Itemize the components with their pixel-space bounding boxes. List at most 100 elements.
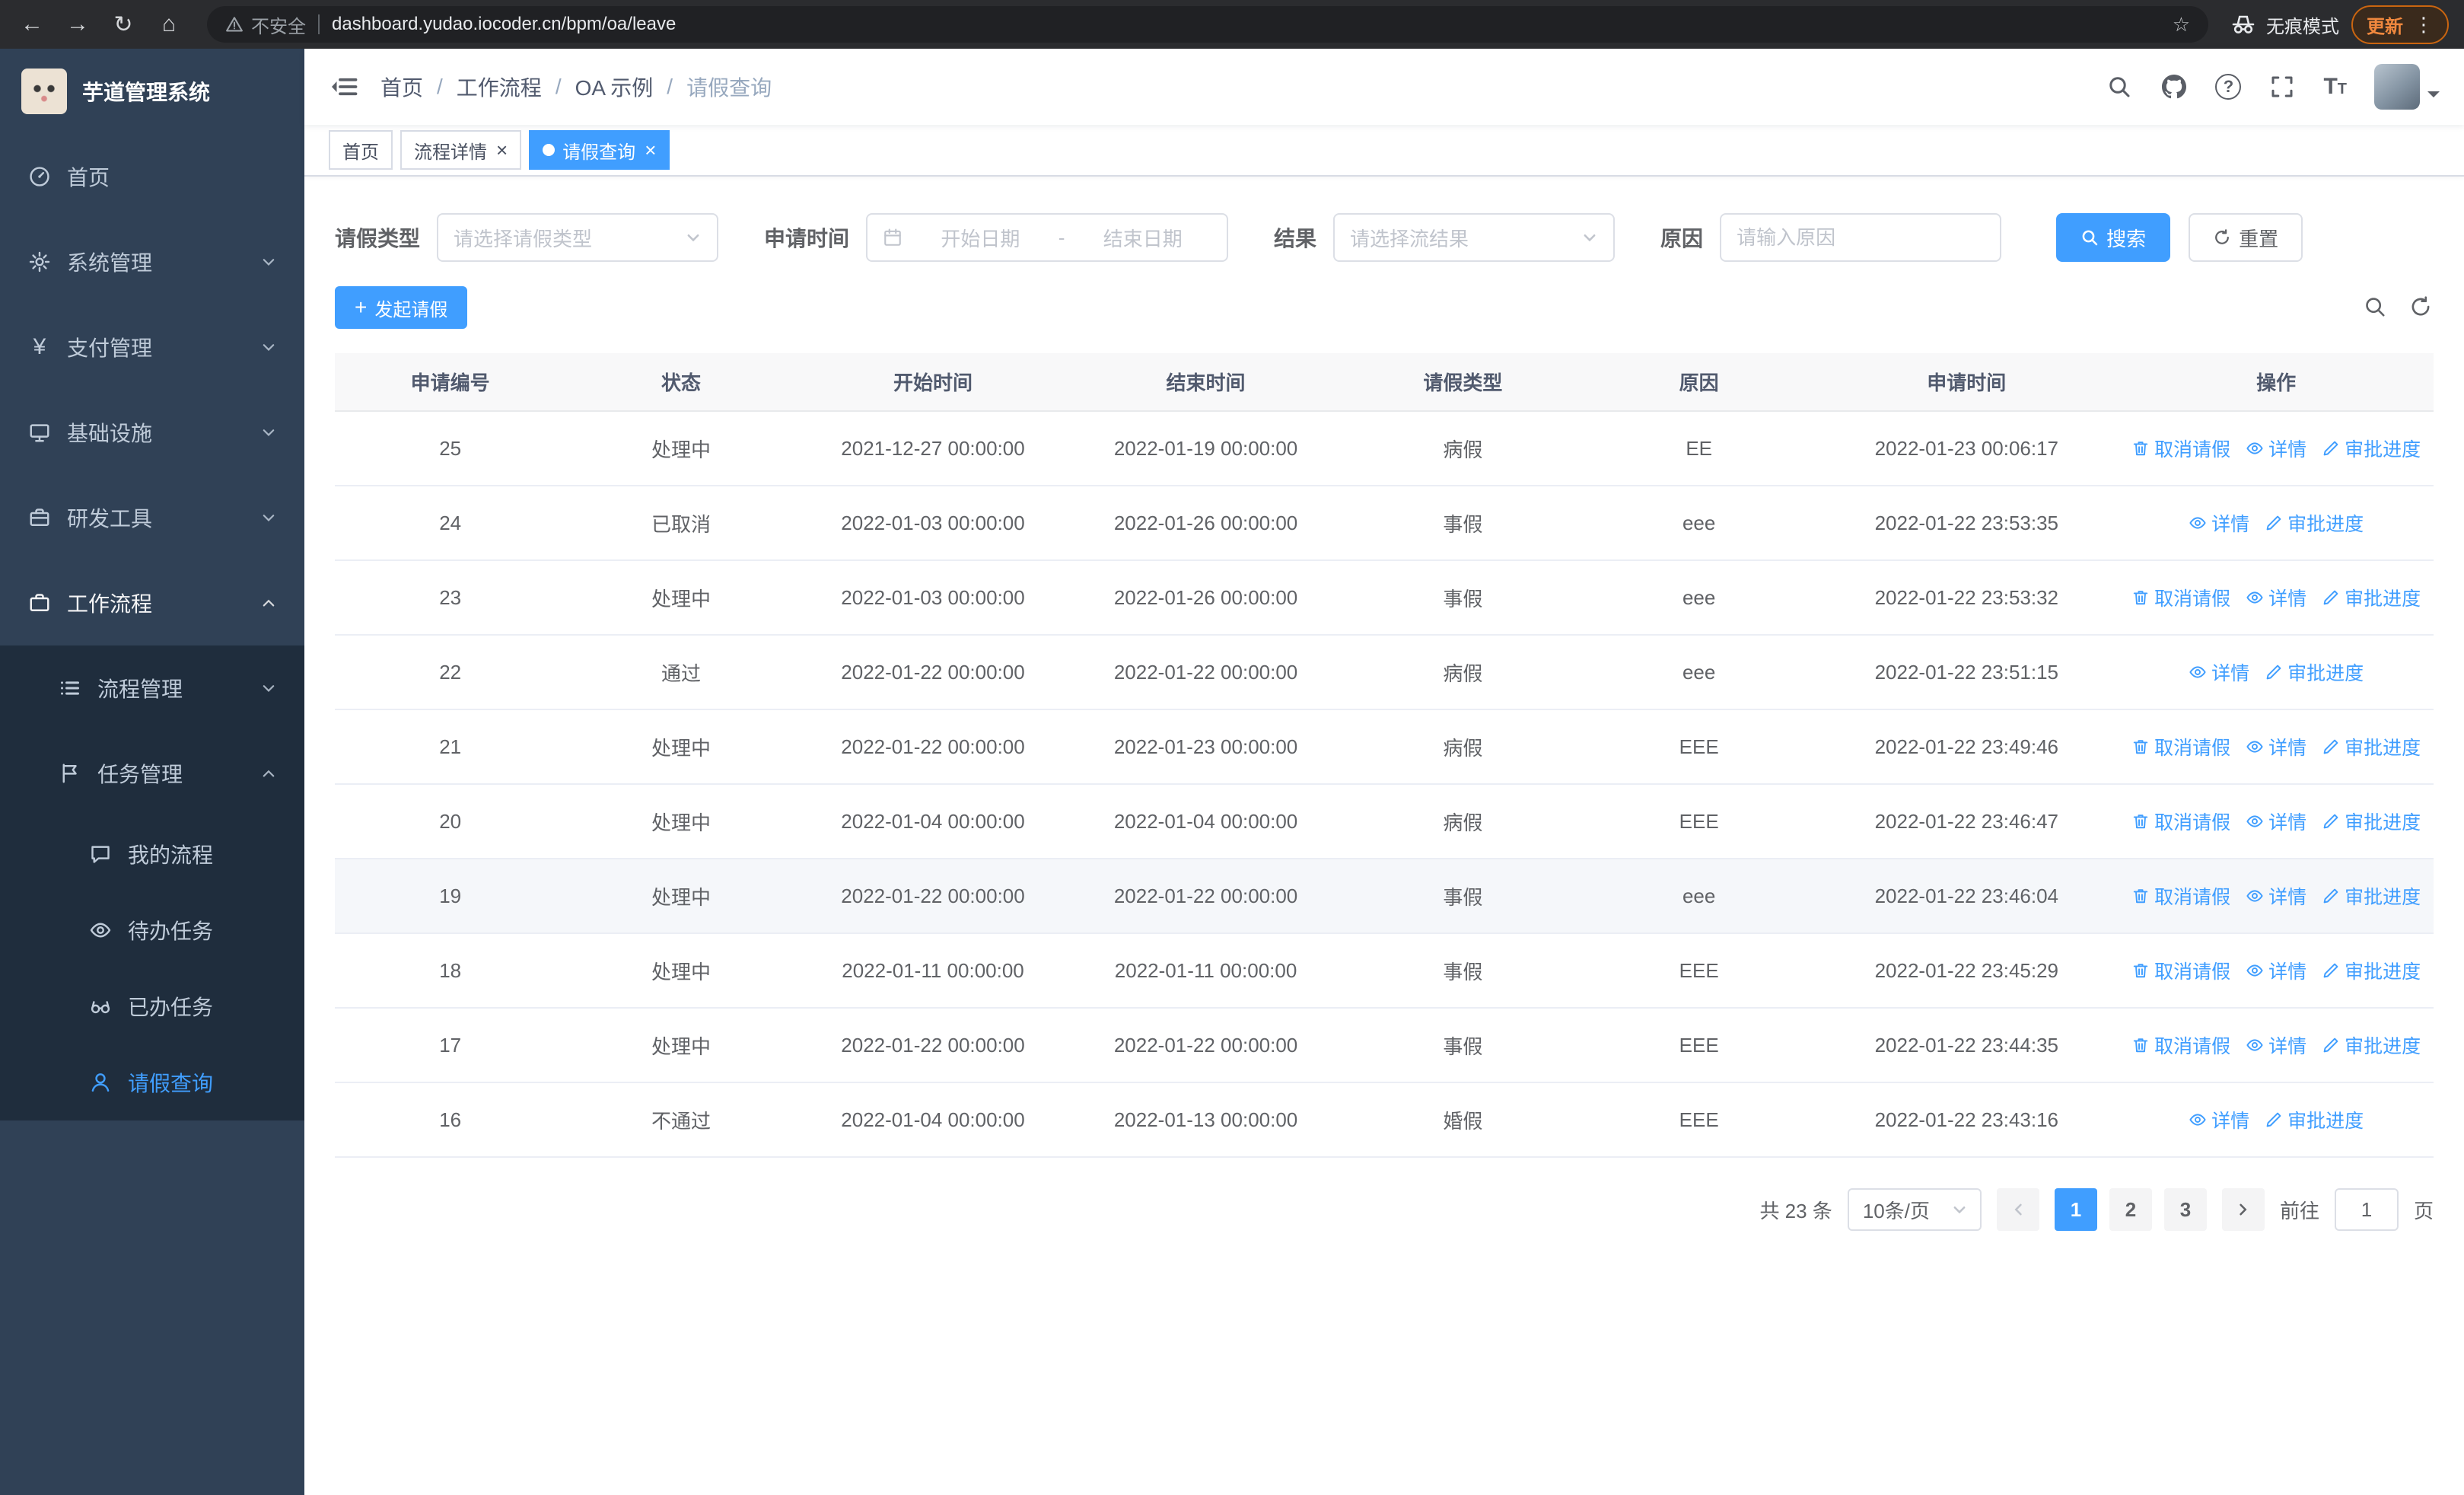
cell-apply-id: 22 [335, 635, 566, 710]
sidebar-item-system[interactable]: 系统管理 [0, 219, 304, 304]
not-secure-warning[interactable]: 不安全 [225, 11, 306, 38]
prev-page-button[interactable] [1996, 1188, 2039, 1231]
create-leave-button[interactable]: + 发起请假 [335, 286, 468, 329]
sidebar-item-payment[interactable]: ¥ 支付管理 [0, 304, 304, 390]
browser-forward-icon[interactable]: → [61, 8, 94, 41]
breadcrumb-separator: / [437, 75, 443, 98]
action-detail-link[interactable]: 详情 [2246, 435, 2306, 462]
toggle-search-icon[interactable] [2364, 295, 2388, 320]
close-icon[interactable]: × [496, 140, 508, 160]
cell-status: 处理中 [565, 859, 797, 934]
action-detail-link[interactable]: 详情 [2189, 1106, 2249, 1133]
sidebar-item-process-mgmt[interactable]: 流程管理 [0, 645, 304, 731]
cell-status: 处理中 [565, 709, 797, 785]
close-icon[interactable]: × [645, 140, 656, 160]
action-detail-link[interactable]: 详情 [2246, 882, 2306, 910]
goto-page-input[interactable] [2334, 1188, 2399, 1231]
action-progress-link[interactable]: 审批进度 [2322, 435, 2421, 462]
help-icon[interactable]: ? [2215, 74, 2242, 100]
action-progress-link[interactable]: 审批进度 [2322, 808, 2421, 835]
action-progress-link[interactable]: 审批进度 [2265, 509, 2364, 537]
action-progress-link[interactable]: 审批进度 [2265, 658, 2364, 686]
action-progress-link[interactable]: 审批进度 [2265, 1106, 2364, 1133]
browser-back-icon[interactable]: ← [15, 8, 49, 41]
address-bar[interactable]: 不安全 dashboard.yudao.iocoder.cn/bpm/oa/le… [207, 6, 2208, 43]
page-size-select[interactable]: 10条/页 [1847, 1188, 1982, 1231]
action-cancel-link[interactable]: 取消请假 [2131, 1031, 2230, 1059]
action-cancel-link[interactable]: 取消请假 [2131, 584, 2230, 611]
font-size-icon[interactable]: TT [2323, 74, 2347, 100]
browser-home-icon[interactable]: ⌂ [152, 8, 186, 41]
sidebar-item-done-tasks[interactable]: 已办任务 [0, 968, 304, 1044]
breadcrumb-item-oa-example[interactable]: OA 示例 [575, 72, 654, 102]
sidebar-collapse-icon[interactable] [329, 72, 359, 102]
action-cancel-link[interactable]: 取消请假 [2131, 435, 2230, 462]
sidebar-item-leave-query[interactable]: 请假查询 [0, 1044, 304, 1120]
action-detail-link[interactable]: 详情 [2246, 957, 2306, 984]
action-progress-link[interactable]: 审批进度 [2322, 733, 2421, 760]
user-menu[interactable] [2374, 64, 2440, 110]
browser-menu-icon[interactable]: ⋮ [2414, 14, 2434, 34]
action-detail-link[interactable]: 详情 [2246, 584, 2306, 611]
action-progress-link[interactable]: 审批进度 [2322, 584, 2421, 611]
action-progress-link[interactable]: 审批进度 [2322, 882, 2421, 910]
chevron-down-icon [685, 229, 702, 246]
tab-process-detail[interactable]: 流程详情 × [400, 130, 522, 170]
reset-button[interactable]: 重置 [2189, 213, 2303, 262]
select-placeholder: 请选择流结果 [1350, 227, 1469, 250]
action-cancel-link[interactable]: 取消请假 [2131, 957, 2230, 984]
bookmark-star-icon[interactable]: ☆ [2173, 13, 2190, 37]
leave-table-body: 25 处理中 2021-12-27 00:00:00 2022-01-19 00:00… [335, 411, 2434, 1158]
table-row: 19 处理中 2022-01-22 00:00:00 2022-01-22 00:00… [335, 859, 2434, 934]
cell-end-time: 2022-01-26 00:00:00 [1069, 486, 1342, 561]
action-progress-link[interactable]: 审批进度 [2322, 1031, 2421, 1059]
action-detail-link[interactable]: 详情 [2189, 658, 2249, 686]
start-date-placeholder: 开始日期 [941, 227, 1020, 250]
page-button-1[interactable]: 1 [2054, 1188, 2097, 1231]
action-cancel-link[interactable]: 取消请假 [2131, 882, 2230, 910]
page-button-2[interactable]: 2 [2109, 1188, 2152, 1231]
table-row: 21 处理中 2022-01-22 00:00:00 2022-01-23 00:00… [335, 709, 2434, 785]
sidebar-item-my-process[interactable]: 我的流程 [0, 816, 304, 892]
leave-type-select[interactable]: 请选择请假类型 [437, 213, 719, 262]
apply-time-range-picker[interactable]: 开始日期 - 结束日期 [866, 213, 1229, 262]
sidebar-item-workflow[interactable]: 工作流程 [0, 560, 304, 645]
monitor-icon [27, 420, 52, 445]
search-icon[interactable] [2106, 73, 2133, 100]
page-button-3[interactable]: 3 [2163, 1188, 2207, 1231]
github-icon[interactable] [2160, 73, 2188, 100]
sidebar-item-todo-tasks[interactable]: 待办任务 [0, 892, 304, 968]
tab-leave-query[interactable]: 请假查询 × [529, 130, 670, 170]
result-select[interactable]: 请选择流结果 [1333, 213, 1616, 262]
action-cancel-link[interactable]: 取消请假 [2131, 733, 2230, 760]
sidebar-item-dev-tools[interactable]: 研发工具 [0, 475, 304, 560]
next-page-button[interactable] [2221, 1188, 2265, 1231]
action-cancel-link[interactable]: 取消请假 [2131, 808, 2230, 835]
col-end-time: 结束时间 [1069, 353, 1342, 412]
breadcrumb-item-workflow[interactable]: 工作流程 [457, 72, 542, 102]
sidebar-item-home[interactable]: 首页 [0, 134, 304, 219]
action-progress-link[interactable]: 审批进度 [2322, 957, 2421, 984]
action-detail-link[interactable]: 详情 [2246, 1031, 2306, 1059]
cell-start-time: 2022-01-22 00:00:00 [796, 635, 1070, 710]
breadcrumb-separator: / [555, 75, 562, 98]
fullscreen-icon[interactable] [2268, 73, 2296, 100]
browser-reload-icon[interactable]: ↻ [107, 8, 140, 41]
sidebar-item-infrastructure[interactable]: 基础设施 [0, 390, 304, 475]
cell-actions: 取消请假 详情 审批进度 [2119, 784, 2434, 859]
action-detail-link[interactable]: 详情 [2246, 733, 2306, 760]
action-detail-link[interactable]: 详情 [2189, 509, 2249, 537]
search-button[interactable]: 搜索 [2056, 213, 2171, 262]
refresh-icon[interactable] [2409, 295, 2434, 320]
sidebar-item-task-mgmt[interactable]: 任务管理 [0, 731, 304, 816]
action-detail-link[interactable]: 详情 [2246, 808, 2306, 835]
tab-home[interactable]: 首页 [329, 130, 393, 170]
reason-input[interactable] [1720, 213, 2002, 262]
chevron-left-icon [2014, 1203, 2022, 1216]
browser-update-chip[interactable]: 更新 ⋮ [2351, 5, 2449, 44]
app-logo[interactable]: 芋道管理系统 [0, 49, 304, 134]
cell-leave-type: 事假 [1342, 560, 1584, 636]
cell-status: 不通过 [565, 1082, 797, 1158]
breadcrumb-item-home[interactable]: 首页 [380, 72, 423, 102]
select-placeholder: 请选择请假类型 [454, 227, 593, 250]
